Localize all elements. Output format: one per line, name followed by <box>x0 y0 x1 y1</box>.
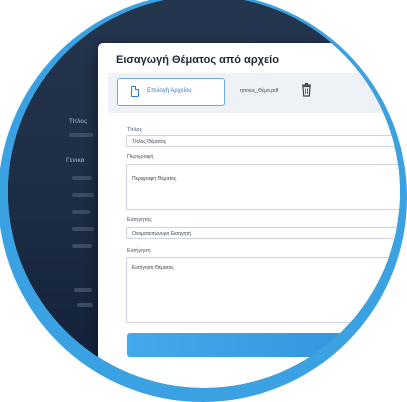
description-textarea[interactable]: Περιγραφή Θέματος <box>126 164 400 210</box>
title-input[interactable]: Τίτλος Θέματος <box>126 135 400 147</box>
background-label: Τίτλος <box>69 119 88 125</box>
screenshot-viewport: Τίτλος Γενικά Εισαγωγή Θέματος από αρχεί… <box>8 0 400 388</box>
background-line <box>72 244 92 248</box>
trash-icon[interactable] <box>301 83 312 97</box>
background-line <box>74 288 92 292</box>
background-line <box>77 303 93 307</box>
introduction-textarea-value: Εισήγηση Θέματος <box>132 265 174 271</box>
background-section-label: Γενικά <box>66 158 85 164</box>
circular-frame: Τίτλος Γενικά Εισαγωγή Θέματος από αρχεί… <box>0 0 407 402</box>
modal-title: Εισαγωγή Θέματος από αρχείο <box>116 54 279 66</box>
title-label: Τίτλος <box>127 127 143 133</box>
rapporteur-label: Εισηγητής <box>127 217 153 223</box>
background-line <box>69 133 93 137</box>
file-icon <box>131 86 139 97</box>
background-line <box>72 176 92 180</box>
file-picker-row: Επιλογή Αρχείου ηποιος_Θέμα.pdf <box>108 73 400 113</box>
submit-button[interactable] <box>127 333 400 357</box>
background-line <box>72 227 94 231</box>
background-line <box>72 210 90 214</box>
rapporteur-input[interactable]: Ονοματεπώνυμο Εισηγητή <box>126 227 400 239</box>
rapporteur-input-value: Ονοματεπώνυμο Εισηγητή <box>132 231 192 237</box>
import-topic-modal: Εισαγωγή Θέματος από αρχείο Επιλογή Αρχε… <box>98 43 400 388</box>
choose-file-label: Επιλογή Αρχείου <box>147 88 192 94</box>
choose-file-button[interactable]: Επιλογή Αρχείου <box>117 78 225 106</box>
introduction-textarea[interactable]: Εισήγηση Θέματος <box>126 257 400 323</box>
selected-file-name: ηποιος_Θέμα.pdf <box>240 88 279 94</box>
background-line <box>72 193 94 197</box>
introduction-label: Εισήγηση <box>127 248 151 254</box>
description-textarea-value: Περιγραφή Θέματος <box>132 176 177 182</box>
description-label: Περιγραφή <box>127 154 154 160</box>
title-input-value: Τίτλος Θέματος <box>132 139 167 145</box>
